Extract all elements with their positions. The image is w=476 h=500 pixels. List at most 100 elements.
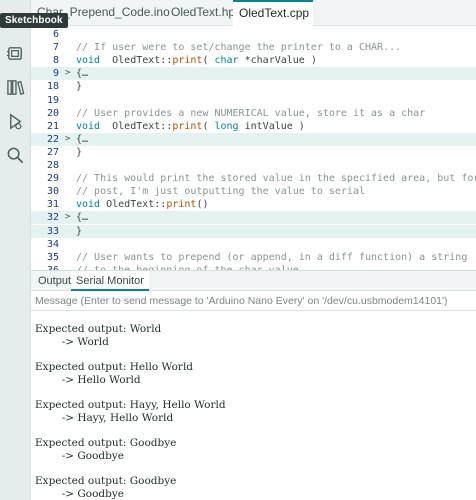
code-token: print [172,120,203,132]
line-number: 7 [52,42,59,54]
console-line: -> Goodbye [35,488,125,500]
line-number: 19 [46,94,59,106]
code-line: 21 void OledText::print( long intValue ) [31,120,476,133]
code-token: OledText:: [100,199,167,211]
console-line: Expected output: Goodbye [35,437,177,450]
line-number: 31 [46,199,59,211]
bottom-panel-tabs: Output Serial Monitor [31,270,476,291]
code-line: 9 > {… [31,67,476,81]
search-icon[interactable] [6,146,25,165]
console-line: Expected output: Hayy, Hello World [35,399,226,412]
code-line: 34 [31,238,476,251]
code-text: {… [76,133,88,146]
code-text: void OledText::print( char *charValue ) [76,54,317,67]
line-number: 18 [46,81,59,93]
console-line: Expected output: World [35,323,162,335]
code-token: long [214,120,239,132]
code-line: 29 // This would print the stored value i… [31,172,476,185]
code-text: void OledText::print( long intValue ) [76,120,305,133]
code-token: … [82,133,89,145]
line-number: 6 [52,29,59,40]
code-text: {… [76,211,88,224]
serial-message-bar [31,291,476,311]
line-number: 9 [52,68,59,80]
code-line: 35 // User wants to prepend (or append, i… [31,251,476,264]
sketchbook-tooltip: Sketchbook [0,13,68,28]
console-line: -> Hayy, Hello World [35,411,174,424]
line-number: 22 [46,133,59,145]
code-line: 30 // post, I'm just outputting the value… [31,185,476,198]
line-number: 8 [52,55,59,67]
code-token: print [172,55,203,67]
code-token: } [76,81,83,93]
code-text: // User wants to prepend (or append, in … [76,251,467,264]
code-line: 31 void OledText::print() [31,198,476,211]
code-line: 33} [31,224,476,238]
line-number: 27 [46,146,59,158]
code-token: *charValue ) [238,55,317,67]
tab-output[interactable]: Output [33,271,76,291]
code-line: 19 [31,94,476,107]
line-number: 35 [46,251,59,263]
code-line: 7 // If user were to set/change the print… [31,41,476,54]
code-line: 28 [31,159,476,172]
code-text: // post, I'm just outputting the value t… [76,185,365,198]
activity-bar: Sketchbook [0,0,68,500]
fold-chevron-icon[interactable]: > [65,67,73,80]
line-number: 32 [46,212,59,224]
boards-manager-icon[interactable] [6,44,25,63]
library-manager-icon[interactable] [6,78,25,97]
line-number: 21 [46,120,59,132]
code-token: // post, I'm just outputting the value t… [76,186,365,198]
editor-tab-bar: Char_Prepend_Code.ino OledText.hpp OledT… [31,0,476,27]
code-token: … [82,68,89,80]
code-token: intValue ) [238,120,305,132]
code-token: } [76,146,83,158]
code-text: {… [76,67,88,80]
code-line: 8 void OledText::print( char *charValue ) [31,54,476,67]
code-text: // User provides a new NUMERICAL value, … [76,107,425,120]
debug-icon[interactable] [6,112,25,131]
fold-chevron-icon[interactable]: > [65,211,73,224]
code-token: … [82,212,89,224]
code-token: } [76,225,83,237]
code-text: // If user were to set/change the printe… [76,41,401,54]
line-number: 28 [46,160,59,171]
line-number: 20 [46,107,59,119]
code-token: OledText:: [100,55,173,67]
serial-monitor-output: Expected output: World -> World Expected … [31,311,476,500]
code-token: OledText:: [100,120,173,132]
fold-chevron-icon[interactable]: > [65,133,73,146]
code-token: void [76,199,101,211]
code-token: ( [202,55,215,67]
console-line: Expected output: Goodbye [35,475,177,488]
serial-message-input[interactable] [31,291,476,310]
code-token: print [166,199,197,211]
code-token: void [76,55,101,67]
code-line: 6 [31,28,476,41]
code-token: ( [202,120,215,132]
tab-oledtext-cpp[interactable]: OledText.cpp [233,0,313,27]
console-line: -> Hello World [35,373,141,386]
code-token: // If user were to set/change the printe… [76,42,402,54]
line-number: 29 [46,173,59,185]
code-line: 20 // User provides a new NUMERICAL value… [31,107,476,120]
line-number: 33 [46,225,59,237]
code-editor[interactable]: 6 7 // If user were to set/change the prin… [31,26,476,270]
code-token: void [76,120,101,132]
console-line: -> World [35,335,109,348]
line-number: 30 [46,186,59,198]
code-line: 27} [31,146,476,159]
code-text: } [76,80,82,93]
tab-serial-monitor[interactable]: Serial Monitor [71,271,149,291]
code-token: // This would print the stored value in … [76,173,476,185]
code-text: } [76,225,82,238]
code-token: // User provides a new NUMERICAL value, … [76,107,426,119]
line-number: 34 [46,238,59,250]
code-token: // User wants to prepend (or append, in … [76,251,468,263]
code-text: // This would print the stored value in … [76,172,476,185]
code-line: 18} [31,80,476,93]
code-token: () [196,199,209,211]
code-text: } [76,146,82,159]
code-token: char [214,55,239,67]
